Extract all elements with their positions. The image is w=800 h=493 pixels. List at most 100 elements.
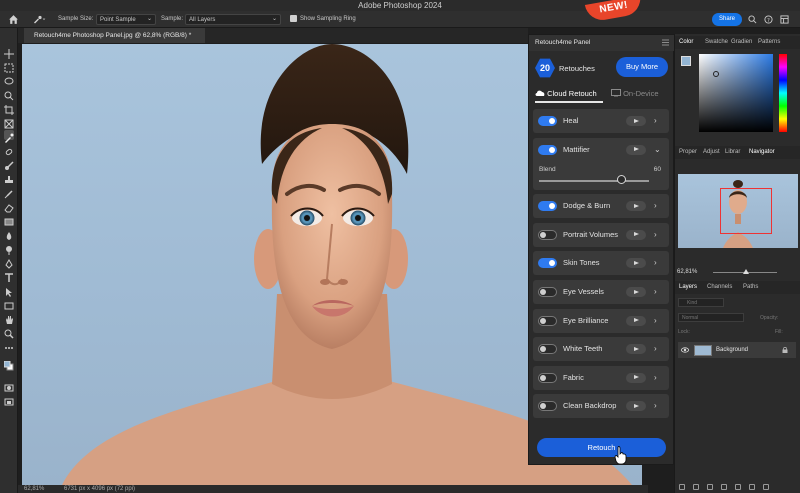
retouch-item-clean-backdrop[interactable]: Clean Backdrop › xyxy=(533,394,669,419)
tab-channels[interactable]: Channels xyxy=(707,281,732,294)
blend-slider[interactable] xyxy=(539,179,649,182)
retouch-button[interactable]: Retouch xyxy=(537,438,666,457)
search-icon[interactable] xyxy=(748,15,757,24)
play-icon[interactable] xyxy=(626,315,646,326)
toggle-switch[interactable] xyxy=(538,258,557,269)
navigator-zoom-value[interactable]: 62,81% xyxy=(677,269,697,275)
frame-tool-icon[interactable] xyxy=(4,116,14,129)
sample-select[interactable]: All Layers ⌄ xyxy=(185,14,281,25)
pen-tool-icon[interactable] xyxy=(4,256,14,269)
adjustment-layer-icon[interactable] xyxy=(721,484,727,490)
tab-patterns[interactable]: Patterns xyxy=(758,36,780,49)
toggle-switch[interactable] xyxy=(538,287,557,297)
tab-gradients[interactable]: Gradien xyxy=(731,36,752,49)
retouch-item-white-teeth[interactable]: White Teeth › xyxy=(533,337,669,362)
eyedropper-tool-icon[interactable] xyxy=(32,14,46,25)
play-icon[interactable] xyxy=(626,401,646,412)
tab-adjustments[interactable]: Adjust xyxy=(703,146,720,159)
chevron-right-icon[interactable]: › xyxy=(654,259,662,267)
play-icon[interactable] xyxy=(626,229,646,240)
navigator-zoom-handle[interactable] xyxy=(743,269,749,274)
quick-selection-tool-icon[interactable] xyxy=(4,88,14,101)
play-icon[interactable] xyxy=(626,201,646,212)
foreground-color-swatch[interactable] xyxy=(681,56,691,66)
retouch-item-mattifier[interactable]: Mattifier ⌄ Blend 60 xyxy=(533,137,669,190)
fx-icon[interactable] xyxy=(693,484,699,490)
tab-color[interactable]: Color xyxy=(679,36,693,49)
toggle-switch[interactable] xyxy=(538,344,557,355)
lasso-tool-icon[interactable] xyxy=(4,74,14,85)
move-tool-icon[interactable] xyxy=(4,46,14,59)
toggle-switch[interactable] xyxy=(538,144,557,155)
gradient-tool-icon[interactable] xyxy=(4,214,14,226)
brush-tool-icon[interactable] xyxy=(4,158,14,170)
blend-slider-handle[interactable] xyxy=(617,174,626,184)
tab-properties[interactable]: Proper xyxy=(679,146,697,159)
panel-menu-icon[interactable] xyxy=(662,39,669,46)
dodge-tool-icon[interactable] xyxy=(4,242,14,255)
toggle-switch[interactable] xyxy=(538,201,557,212)
tab-paths[interactable]: Paths xyxy=(743,281,758,294)
toggle-switch[interactable] xyxy=(538,116,557,126)
tab-swatches[interactable]: Swatche xyxy=(705,36,728,49)
play-icon[interactable] xyxy=(626,344,646,355)
retouch-item-skin-tones[interactable]: Skin Tones › xyxy=(533,251,669,276)
lock-icon[interactable] xyxy=(782,347,788,353)
blur-tool-icon[interactable] xyxy=(4,228,14,240)
zoom-tool-icon[interactable] xyxy=(4,326,14,339)
retouch-item-eye-brilliance[interactable]: Eye Brilliance › xyxy=(533,308,669,333)
toggle-switch[interactable] xyxy=(538,315,557,326)
quick-mask-icon[interactable] xyxy=(4,380,14,392)
chevron-right-icon[interactable]: › xyxy=(654,316,662,325)
marquee-tool-icon[interactable] xyxy=(4,60,14,73)
navigator-view-box[interactable] xyxy=(720,188,772,234)
chevron-right-icon[interactable]: › xyxy=(654,288,662,296)
foreground-background-color-icon[interactable] xyxy=(3,358,14,371)
retouch-item-portrait-volumes[interactable]: Portrait Volumes › xyxy=(533,222,669,247)
chevron-right-icon[interactable]: › xyxy=(654,345,662,353)
link-layers-icon[interactable] xyxy=(679,484,685,490)
chevron-right-icon[interactable]: › xyxy=(654,117,662,125)
play-icon[interactable] xyxy=(626,116,646,126)
color-picker-field[interactable] xyxy=(699,54,773,132)
tab-navigator[interactable]: Navigator xyxy=(749,146,775,159)
type-tool-icon[interactable] xyxy=(4,270,14,282)
eraser-tool-icon[interactable] xyxy=(4,200,14,213)
more-tools-icon[interactable] xyxy=(4,340,14,350)
retouch-item-eye-vessels[interactable]: Eye Vessels › xyxy=(533,280,669,304)
chevron-right-icon[interactable]: › xyxy=(654,373,662,382)
clone-stamp-tool-icon[interactable] xyxy=(4,172,14,183)
path-selection-tool-icon[interactable] xyxy=(4,284,14,297)
play-icon[interactable] xyxy=(626,287,646,297)
history-brush-tool-icon[interactable] xyxy=(4,186,14,199)
layer-kind-filter[interactable]: Kind xyxy=(678,298,724,307)
play-icon[interactable] xyxy=(626,144,646,155)
share-button[interactable]: Share xyxy=(712,13,742,26)
layer-row-background[interactable]: Background xyxy=(678,342,796,358)
retouch-item-heal[interactable]: Heal › xyxy=(533,109,669,133)
show-sampling-ring-checkbox[interactable] xyxy=(290,15,297,22)
screen-mode-icon[interactable] xyxy=(4,394,14,406)
tab-libraries[interactable]: Librar xyxy=(725,146,740,159)
retouch-item-dodge-burn[interactable]: Dodge & Burn › xyxy=(533,194,669,219)
chevron-right-icon[interactable]: › xyxy=(654,202,662,210)
status-zoom[interactable]: 62,81% xyxy=(24,485,44,493)
play-icon[interactable] xyxy=(626,258,646,269)
buy-more-button[interactable]: Buy More xyxy=(616,57,668,77)
blend-mode-select[interactable]: Normal xyxy=(678,313,744,322)
chevron-down-icon[interactable]: ⌄ xyxy=(654,145,662,154)
healing-brush-tool-icon[interactable] xyxy=(4,144,14,156)
new-layer-icon[interactable] xyxy=(749,484,755,490)
toggle-switch[interactable] xyxy=(538,229,557,240)
color-picker-handle[interactable] xyxy=(713,71,719,77)
eyedropper-tool-icon[interactable] xyxy=(4,130,14,143)
eye-icon[interactable] xyxy=(681,346,689,354)
hand-tool-icon[interactable] xyxy=(4,312,14,324)
toggle-switch[interactable] xyxy=(538,401,557,412)
sample-size-select[interactable]: Point Sample ⌄ xyxy=(96,14,156,25)
tab-layers[interactable]: Layers xyxy=(679,281,697,294)
new-group-icon[interactable] xyxy=(735,484,741,490)
retouch-item-fabric[interactable]: Fabric › xyxy=(533,365,669,390)
workspace-icon[interactable] xyxy=(780,15,789,24)
document-tab[interactable]: Retouch4me Photoshop Panel.jpg @ 62,8% (… xyxy=(24,28,206,43)
